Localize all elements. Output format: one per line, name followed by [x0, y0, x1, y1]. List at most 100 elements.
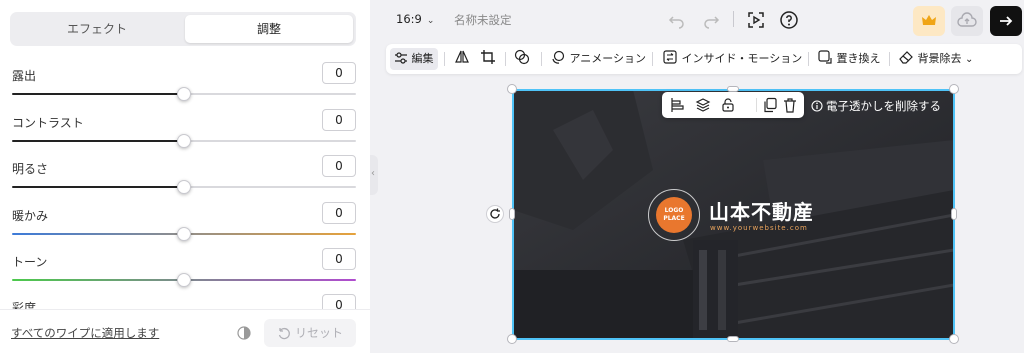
adjust-panel: エフェクト 調整 露出 0 コントラスト 0 明るさ 0 暖かみ 0 トーン 0…: [0, 0, 370, 353]
panel-tabs: エフェクト 調整: [10, 12, 356, 46]
panel-footer: すべてのワイプに適用します リセット: [0, 309, 370, 353]
reset-icon: [278, 327, 290, 340]
slider-label: 暖かみ: [12, 209, 49, 223]
resize-handle-right[interactable]: [951, 208, 957, 220]
aspect-ratio-select[interactable]: 16:9 ⌄: [396, 12, 434, 26]
chevron-down-icon: ⌄: [426, 16, 435, 26]
slider-label: 露出: [12, 69, 37, 83]
chevron-left-icon: ‹: [371, 168, 375, 179]
duplicate-icon[interactable]: [762, 97, 778, 113]
reset-label: リセット: [294, 326, 343, 340]
divider: [808, 52, 809, 66]
premium-button[interactable]: [913, 6, 945, 36]
resize-handle-bottom[interactable]: [727, 336, 739, 342]
logo-placeholder[interactable]: LOGO PLACE: [656, 197, 692, 233]
divider: [541, 52, 542, 66]
lock-icon[interactable]: [720, 97, 736, 113]
crop-button[interactable]: [480, 44, 496, 74]
slider-value-input[interactable]: 0: [322, 202, 356, 224]
resize-handle-bottom-left[interactable]: [507, 334, 517, 344]
inside-motion-label: インサイド・モーション: [681, 52, 803, 65]
cloud-save-button[interactable]: [951, 6, 983, 36]
resize-handle-bottom-right[interactable]: [949, 334, 959, 344]
redo-icon[interactable]: [701, 10, 721, 30]
animation-label: アニメーション: [569, 52, 647, 65]
company-url-text[interactable]: www.yourwebsite.com: [710, 224, 808, 232]
inside-motion-icon: [663, 50, 677, 64]
eraser-icon: [899, 51, 913, 64]
divider: [652, 52, 653, 66]
panel-collapse-handle[interactable]: ‹: [370, 155, 378, 195]
cloud-icon: [957, 12, 977, 27]
remove-background-button[interactable]: 背景除去 ⌄: [898, 44, 973, 74]
slider-thumb[interactable]: [177, 227, 191, 241]
divider: [505, 52, 506, 66]
tab-adjust[interactable]: 調整: [185, 15, 353, 43]
crown-icon: [922, 15, 936, 25]
slider-contrast: コントラスト 0: [12, 109, 356, 154]
mask-icon: [514, 49, 530, 65]
divider: [756, 98, 757, 112]
info-icon: [811, 100, 823, 112]
mask-button[interactable]: [514, 44, 530, 74]
screen-capture-icon[interactable]: [746, 10, 766, 30]
editor-root: エフェクト 調整 露出 0 コントラスト 0 明るさ 0 暖かみ 0 トーン 0…: [0, 0, 1024, 353]
layers-icon[interactable]: [695, 97, 711, 113]
apply-all-link[interactable]: すべてのワイプに適用します: [11, 325, 159, 341]
document-name[interactable]: 名称未設定: [454, 12, 512, 28]
tab-effect[interactable]: エフェクト: [13, 15, 181, 43]
remove-background-label: 背景除去: [917, 52, 962, 65]
flip-icon: [455, 50, 469, 63]
resize-handle-top-left[interactable]: [507, 84, 517, 94]
animation-button[interactable]: アニメーション: [550, 44, 646, 74]
replace-button[interactable]: 置き換え: [817, 44, 881, 74]
divider: [889, 52, 890, 66]
element-floating-toolbar: [662, 92, 804, 118]
replace-label: 置き換え: [836, 52, 881, 65]
resize-handle-top-right[interactable]: [949, 84, 959, 94]
company-name-text[interactable]: 山本不動産: [709, 196, 814, 225]
undo-icon[interactable]: [667, 10, 687, 30]
chevron-down-icon: ⌄: [965, 54, 974, 65]
divider: [444, 52, 445, 66]
remove-watermark-button[interactable]: 電子透かしを削除する: [811, 98, 941, 114]
reset-button[interactable]: リセット: [264, 319, 356, 347]
slider-thumb[interactable]: [177, 273, 191, 287]
resize-handle-left[interactable]: [509, 208, 515, 220]
remove-watermark-label: 電子透かしを削除する: [826, 99, 941, 113]
compare-icon[interactable]: [237, 326, 251, 340]
edit-label: 編集: [411, 52, 434, 65]
slider-label: 明るさ: [12, 162, 49, 176]
animation-icon: [552, 50, 565, 64]
slider-warmth: 暖かみ 0: [12, 202, 356, 247]
slider-value-input[interactable]: 0: [322, 62, 356, 84]
slider-value-input[interactable]: 0: [322, 248, 356, 270]
slider-value-input[interactable]: 0: [322, 155, 356, 177]
export-button[interactable]: [990, 6, 1022, 36]
logo-text-line-2: PLACE: [663, 215, 685, 222]
align-icon[interactable]: [670, 97, 686, 113]
slider-tone: トーン 0: [12, 248, 356, 293]
rotate-handle[interactable]: [486, 205, 504, 223]
replace-icon: [818, 50, 832, 64]
slider-thumb[interactable]: [177, 180, 191, 194]
slider-brightness: 明るさ 0: [12, 155, 356, 200]
slider-value-input[interactable]: 0: [322, 109, 356, 131]
flip-button[interactable]: [454, 44, 470, 74]
logo-text-line-1: LOGO: [664, 207, 684, 214]
slider-label: コントラスト: [12, 116, 84, 130]
slider-thumb[interactable]: [177, 87, 191, 101]
slider-exposure: 露出 0: [12, 62, 356, 107]
edit-toolbar: 編集 アニメーション インサイド・モーション 置き換え 背景除去 ⌄: [386, 44, 1022, 74]
arrow-right-icon: [1000, 16, 1013, 26]
slider-label: トーン: [12, 255, 48, 269]
trash-icon[interactable]: [782, 97, 798, 113]
rotate-icon: [490, 208, 500, 219]
sliders-icon: [395, 52, 407, 64]
slider-thumb[interactable]: [177, 134, 191, 148]
divider: [733, 11, 734, 27]
edit-button[interactable]: 編集: [390, 48, 438, 70]
inside-motion-button[interactable]: インサイド・モーション: [662, 44, 802, 74]
aspect-ratio-value: 16:9: [396, 12, 422, 26]
help-icon[interactable]: [779, 10, 799, 30]
